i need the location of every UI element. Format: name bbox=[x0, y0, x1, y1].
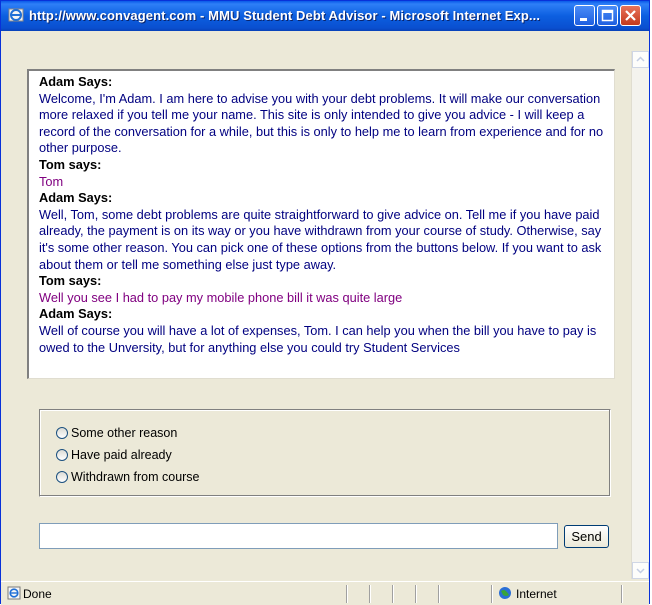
status-divider bbox=[346, 585, 347, 603]
scroll-up-button[interactable] bbox=[632, 51, 649, 68]
user-message: Tom bbox=[39, 173, 64, 189]
browser-window: http://www.convagent.com - MMU Student D… bbox=[0, 0, 650, 605]
agent-message: Well, Tom, some debt problems are quite … bbox=[39, 206, 602, 272]
close-button[interactable] bbox=[620, 5, 641, 26]
option-some-other-reason[interactable]: Some other reason bbox=[56, 424, 177, 442]
window-title: http://www.convagent.com - MMU Student D… bbox=[29, 8, 541, 23]
chevron-down-icon bbox=[636, 568, 645, 574]
security-zone-text: Internet bbox=[516, 587, 557, 601]
option-have-paid-already[interactable]: Have paid already bbox=[56, 446, 172, 464]
status-divider bbox=[621, 585, 622, 603]
option-withdrawn-from-course[interactable]: Withdrawn from course bbox=[56, 468, 200, 486]
maximize-icon bbox=[601, 9, 614, 22]
status-bar: Done Internet bbox=[1, 581, 649, 605]
vertical-scrollbar[interactable] bbox=[631, 51, 649, 579]
status-divider bbox=[491, 585, 492, 603]
radio-button[interactable] bbox=[56, 427, 68, 439]
chevron-up-icon bbox=[636, 56, 645, 62]
status-divider bbox=[438, 585, 439, 603]
option-label: Some other reason bbox=[71, 426, 178, 440]
maximize-button[interactable] bbox=[597, 5, 618, 26]
user-message: Well you see I had to pay my mobile phon… bbox=[39, 289, 403, 305]
message-input[interactable] bbox=[39, 523, 558, 549]
radio-button[interactable] bbox=[56, 449, 68, 461]
speaker-label: Tom says: bbox=[39, 156, 102, 172]
option-group: Some other reason Have paid already With… bbox=[39, 409, 611, 497]
title-bar[interactable]: http://www.convagent.com - MMU Student D… bbox=[1, 1, 649, 31]
status-text: Done bbox=[23, 587, 52, 601]
radio-button[interactable] bbox=[56, 471, 68, 483]
internet-explorer-icon bbox=[8, 8, 24, 22]
status-divider bbox=[392, 585, 393, 603]
conversation-transcript[interactable]: Adam Says: Welcome, I'm Adam. I am here t… bbox=[27, 69, 615, 379]
minimize-button[interactable] bbox=[574, 5, 595, 26]
speaker-label: Adam Says: bbox=[39, 74, 113, 89]
option-label: Have paid already bbox=[71, 448, 172, 462]
option-label: Withdrawn from course bbox=[71, 470, 200, 484]
scroll-down-button[interactable] bbox=[632, 562, 649, 579]
close-icon bbox=[625, 10, 636, 21]
internet-zone-icon bbox=[499, 587, 511, 599]
speaker-label: Tom says: bbox=[39, 273, 102, 289]
agent-message: Well of course you will have a lot of ex… bbox=[39, 322, 597, 355]
page-done-icon bbox=[7, 586, 21, 600]
send-button[interactable]: Send bbox=[564, 525, 609, 548]
minimize-icon bbox=[580, 18, 587, 21]
status-divider bbox=[369, 585, 370, 603]
agent-message: Welcome, I'm Adam. I am here to advise y… bbox=[39, 90, 604, 156]
speaker-label: Adam Says: bbox=[39, 190, 113, 206]
status-divider bbox=[415, 585, 416, 603]
speaker-label: Adam Says: bbox=[39, 306, 113, 322]
